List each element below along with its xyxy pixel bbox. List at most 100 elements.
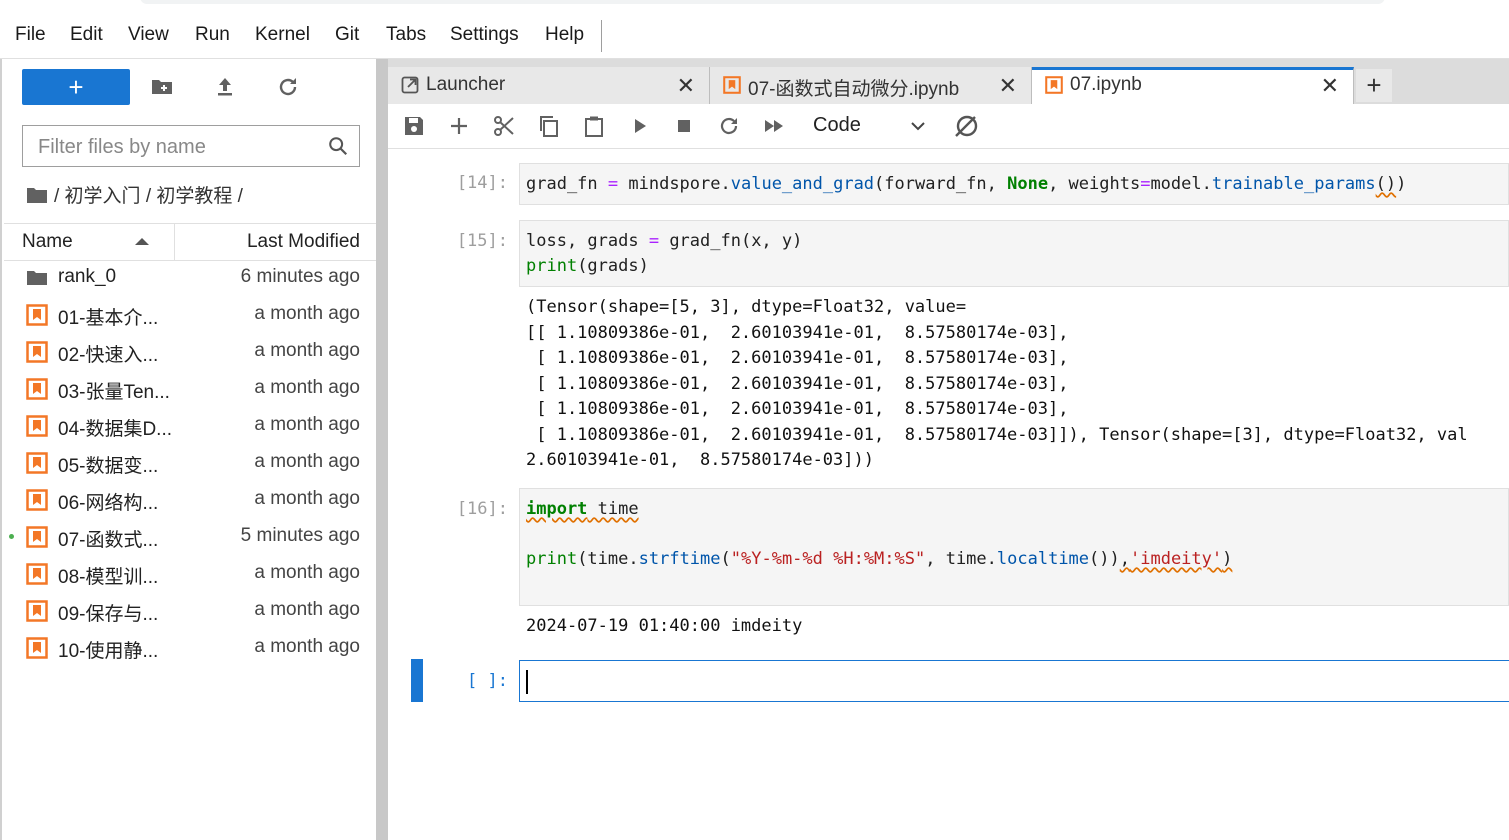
run-icon[interactable] xyxy=(629,115,651,137)
file-row-01[interactable]: 01-基本介... a month ago xyxy=(4,296,378,333)
file-name: 10-使用静... xyxy=(58,641,159,662)
notebook-icon xyxy=(26,415,48,437)
new-folder-icon[interactable] xyxy=(150,75,174,99)
menu-bar: File Edit View Run Kernel Git Tabs Setti… xyxy=(0,14,1509,59)
text-caret xyxy=(526,670,528,694)
file-name: 08-模型训... xyxy=(58,567,159,588)
cut-icon[interactable] xyxy=(493,115,515,137)
sort-ascending-icon xyxy=(135,238,149,245)
file-row-08[interactable]: 08-模型训... a month ago xyxy=(4,555,378,592)
cell-14-prompt: [14]: xyxy=(456,173,508,193)
file-name: 03-张量Ten... xyxy=(58,382,170,403)
copy-icon[interactable] xyxy=(538,115,560,137)
tab-notebook-07[interactable]: 07.ipynb ✕ xyxy=(1032,67,1354,104)
file-modified: 5 minutes ago xyxy=(240,525,360,546)
empty-cell-prompt: [ ]: xyxy=(467,671,508,691)
close-icon[interactable]: ✕ xyxy=(677,73,695,99)
file-row-02[interactable]: 02-快速入... a month ago xyxy=(4,333,378,370)
notebook-icon xyxy=(723,76,741,94)
menu-help[interactable]: Help xyxy=(545,24,584,46)
notebook-icon xyxy=(26,341,48,363)
cell-type-select[interactable]: Code xyxy=(813,114,861,137)
fast-forward-icon[interactable] xyxy=(763,115,785,137)
notebook-icon xyxy=(26,563,48,585)
cell-15-input[interactable]: loss, grads = grad_fn(x, y) print(grads) xyxy=(519,220,1509,287)
menu-kernel[interactable]: Kernel xyxy=(255,24,310,46)
menu-view[interactable]: View xyxy=(128,24,169,46)
notebook-icon xyxy=(26,637,48,659)
column-divider[interactable] xyxy=(174,224,175,260)
new-tab-button[interactable]: + xyxy=(1356,69,1392,102)
menu-settings[interactable]: Settings xyxy=(450,24,519,46)
modified-column-header[interactable]: Last Modified xyxy=(247,231,360,253)
folder-icon xyxy=(27,271,47,285)
file-modified: a month ago xyxy=(254,377,360,398)
file-row-05[interactable]: 05-数据变... a month ago xyxy=(4,444,378,481)
file-name: 05-数据变... xyxy=(58,456,159,477)
close-icon[interactable]: ✕ xyxy=(1321,73,1339,99)
file-row-06[interactable]: 06-网络构... a month ago xyxy=(4,481,378,518)
file-name: 04-数据集D... xyxy=(58,419,173,440)
stop-icon[interactable] xyxy=(673,115,695,137)
notebook-icon xyxy=(26,378,48,400)
paste-icon[interactable] xyxy=(583,115,605,137)
cell-15-output: (Tensor(shape=[5, 3], dtype=Float32, val… xyxy=(526,297,1468,470)
menu-separator xyxy=(601,20,602,52)
add-cell-icon[interactable] xyxy=(448,115,470,137)
file-modified: a month ago xyxy=(254,414,360,435)
new-launcher-button[interactable]: + xyxy=(22,69,130,105)
notebook-icon xyxy=(26,489,48,511)
upload-icon[interactable] xyxy=(213,75,237,99)
menu-edit[interactable]: Edit xyxy=(70,24,103,46)
filter-files-field xyxy=(22,125,360,167)
notebook-icon xyxy=(26,304,48,326)
kernel-idle-icon xyxy=(955,115,978,137)
tab-notebook-07-autodiff[interactable]: 07-函数式自动微分.ipynb ✕ xyxy=(710,67,1032,104)
refresh-icon[interactable] xyxy=(276,75,300,99)
tab-launcher[interactable]: Launcher ✕ xyxy=(388,67,710,104)
restart-kernel-icon[interactable] xyxy=(718,115,740,137)
menu-run[interactable]: Run xyxy=(195,24,230,46)
menu-git[interactable]: Git xyxy=(335,24,359,46)
file-modified: a month ago xyxy=(254,599,360,620)
cell-15-prompt: [15]: xyxy=(456,231,508,251)
file-name: 06-网络构... xyxy=(58,493,159,514)
close-icon[interactable]: ✕ xyxy=(999,73,1017,99)
file-row-rank-0[interactable]: rank_0 6 minutes ago xyxy=(4,259,378,296)
file-modified: a month ago xyxy=(254,636,360,657)
file-list-header: Name Last Modified xyxy=(4,223,378,261)
home-folder-icon[interactable] xyxy=(26,186,48,204)
file-row-04[interactable]: 04-数据集D... a month ago xyxy=(4,407,378,444)
file-modified: a month ago xyxy=(254,303,360,324)
launcher-icon xyxy=(401,76,419,94)
sidebar-resize-handle[interactable] xyxy=(376,59,388,840)
file-row-09[interactable]: 09-保存与... a month ago xyxy=(4,592,378,629)
file-modified: a month ago xyxy=(254,451,360,472)
file-modified: a month ago xyxy=(254,488,360,509)
tab-label: 07.ipynb xyxy=(1070,74,1142,95)
save-icon[interactable] xyxy=(403,115,425,137)
file-row-07[interactable]: 07-函数式... 5 minutes ago xyxy=(4,518,378,555)
menu-tabs[interactable]: Tabs xyxy=(386,24,426,46)
file-name: 09-保存与... xyxy=(58,604,159,625)
cell-16-input[interactable]: import time print(time.strftime("%Y-%m-%… xyxy=(519,488,1509,606)
filter-files-input[interactable] xyxy=(36,135,320,160)
cell-16-prompt: [16]: xyxy=(456,499,508,519)
notebook-icon xyxy=(1045,76,1063,94)
chevron-down-icon[interactable] xyxy=(910,118,926,134)
name-column-header[interactable]: Name xyxy=(22,231,73,253)
search-icon xyxy=(329,137,348,156)
running-indicator xyxy=(9,534,14,539)
file-modified: a month ago xyxy=(254,340,360,361)
breadcrumb-path[interactable]: / 初学入门 / 初学教程 / xyxy=(54,186,243,207)
cell-14-input[interactable]: grad_fn = mindspore.value_and_grad(forwa… xyxy=(519,163,1509,205)
file-row-03[interactable]: 03-张量Ten... a month ago xyxy=(4,370,378,407)
file-name: 01-基本介... xyxy=(58,308,159,329)
tab-label: 07-函数式自动微分.ipynb xyxy=(748,79,960,100)
file-modified: a month ago xyxy=(254,562,360,583)
browser-top-strip xyxy=(0,0,1509,14)
menu-file[interactable]: File xyxy=(15,24,46,46)
file-row-10[interactable]: 10-使用静... a month ago xyxy=(4,629,378,666)
active-cell-input[interactable] xyxy=(519,660,1509,702)
breadcrumb[interactable]: / 初学入门 / 初学教程 / xyxy=(26,181,243,208)
